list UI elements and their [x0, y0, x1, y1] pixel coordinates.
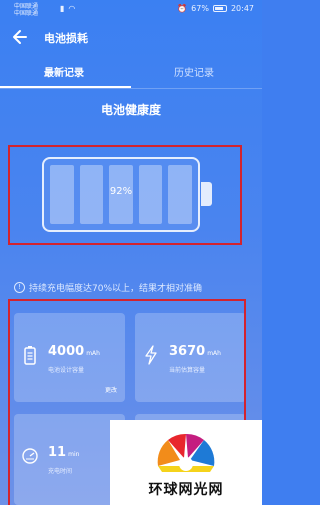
- tab-bar: 最新记录 历史记录: [0, 58, 262, 89]
- status-right: ⏰ 67% 20:47: [177, 4, 254, 13]
- health-section-title: 电池健康度: [100, 103, 161, 117]
- carrier-label-1: 中国联通: [14, 3, 39, 10]
- status-bar: 中国联通 中国联通 ▮ ◠ ⏰ 67% 20:47: [0, 0, 262, 22]
- accuracy-notice: ! 持续充电幅度达70%以上，结果才相对准确: [14, 281, 202, 294]
- wifi-icon: ◠: [68, 4, 76, 13]
- watermark-logo-icon: [157, 433, 215, 472]
- notice-text: 持续充电幅度达70%以上，结果才相对准确: [29, 284, 203, 294]
- back-arrow-icon[interactable]: [12, 28, 28, 46]
- battery-status-icon: [212, 5, 227, 12]
- page-title: 电池损耗: [44, 32, 88, 45]
- carrier-label-2: 中国联通: [14, 10, 39, 17]
- info-icon: !: [14, 282, 25, 293]
- signal-icon: ▮: [60, 4, 65, 13]
- status-icons: ▮ ◠: [60, 4, 75, 13]
- tab-latest-records[interactable]: 最新记录: [44, 64, 84, 79]
- watermark-text: 环球网光网: [148, 482, 224, 498]
- battery-percent: 67%: [191, 4, 209, 13]
- watermark: 环球网光网: [110, 420, 262, 505]
- alarm-icon: ⏰: [177, 4, 188, 13]
- status-time: 20:47: [230, 4, 254, 13]
- tab-divider: [0, 88, 262, 89]
- tab-history-records[interactable]: 历史记录: [174, 64, 214, 79]
- carrier-info: 中国联通 中国联通: [14, 3, 38, 17]
- header: 电池损耗: [0, 22, 262, 54]
- highlight-box-battery: [8, 145, 242, 245]
